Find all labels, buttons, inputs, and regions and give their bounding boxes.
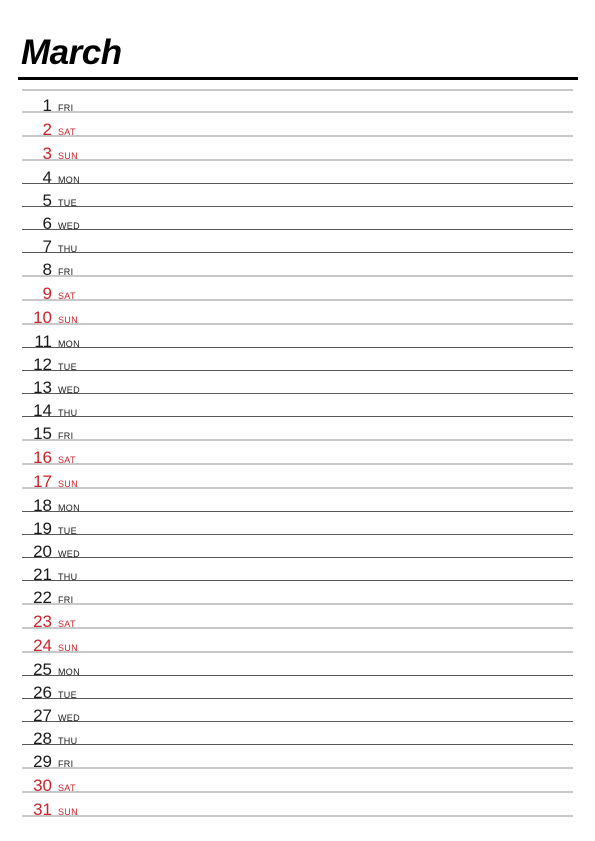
day-row[interactable]: 16 SAT — [22, 441, 573, 467]
day-note-area[interactable] — [73, 581, 573, 603]
day-row[interactable]: 1 FRI — [22, 89, 573, 115]
day-note-area[interactable] — [78, 629, 573, 651]
day-note-area[interactable] — [80, 371, 573, 393]
day-note-area[interactable] — [77, 394, 573, 416]
day-row[interactable]: 2 SAT — [22, 113, 573, 139]
day-list: 1 FRI 2 SAT 3 SUN 4 MON 5 TUE 6 WED 7 THU 8 FRI 9 SAT 10 SU… — [22, 89, 573, 819]
day-row[interactable]: 18 MON — [22, 489, 573, 515]
day-note-area[interactable] — [80, 325, 573, 347]
day-note-area[interactable] — [77, 230, 573, 252]
day-row[interactable]: 30 SAT — [22, 769, 573, 795]
day-note-area[interactable] — [76, 113, 573, 135]
day-row[interactable]: 6 WED — [22, 207, 573, 233]
day-row[interactable]: 23 SAT — [22, 605, 573, 631]
day-row[interactable]: 8 FRI — [22, 253, 573, 279]
day-note-area[interactable] — [73, 253, 573, 275]
day-row[interactable]: 3 SUN — [22, 137, 573, 163]
day-note-area[interactable] — [80, 489, 573, 511]
day-note-area[interactable] — [78, 465, 573, 487]
day-note-area[interactable] — [80, 161, 573, 183]
day-note-area[interactable] — [80, 535, 573, 557]
day-note-area[interactable] — [77, 512, 573, 534]
day-note-area[interactable] — [76, 277, 573, 299]
day-note-area[interactable] — [80, 699, 573, 721]
day-note-area[interactable] — [78, 137, 573, 159]
day-note-area[interactable] — [73, 745, 573, 767]
day-note-area[interactable] — [78, 793, 573, 815]
day-row[interactable]: 31 SUN — [22, 793, 573, 819]
day-row[interactable]: 4 MON — [22, 161, 573, 187]
day-note-area[interactable] — [76, 769, 573, 791]
day-note-area[interactable] — [76, 441, 573, 463]
day-row[interactable]: 28 THU — [22, 722, 573, 748]
day-row[interactable]: 7 THU — [22, 230, 573, 256]
day-row[interactable]: 17 SUN — [22, 465, 573, 491]
day-note-area[interactable] — [77, 722, 573, 744]
day-row[interactable]: 26 TUE — [22, 676, 573, 702]
day-row[interactable]: 12 TUE — [22, 348, 573, 374]
day-note-area[interactable] — [77, 558, 573, 580]
day-row[interactable]: 14 THU — [22, 394, 573, 420]
day-note-area[interactable] — [73, 89, 573, 111]
day-row[interactable]: 11 MON — [22, 325, 573, 351]
day-row[interactable]: 27 WED — [22, 699, 573, 725]
day-note-area[interactable] — [76, 605, 573, 627]
day-note-area[interactable] — [80, 207, 573, 229]
day-row[interactable]: 24 SUN — [22, 629, 573, 655]
day-number: 31 — [33, 800, 52, 819]
day-row[interactable]: 13 WED — [22, 371, 573, 397]
day-note-area[interactable] — [77, 676, 573, 698]
day-note-area[interactable] — [78, 301, 573, 323]
day-row[interactable]: 25 MON — [22, 653, 573, 679]
day-row[interactable]: 19 TUE — [22, 512, 573, 538]
day-note-area[interactable] — [77, 184, 573, 206]
day-row[interactable]: 29 FRI — [22, 745, 573, 771]
day-weekday-label: SUN — [58, 807, 78, 817]
page-title: March — [21, 33, 122, 72]
day-row[interactable]: 20 WED — [22, 535, 573, 561]
day-row[interactable]: 15 FRI — [22, 417, 573, 443]
calendar-page: March 1 FRI 2 SAT 3 SUN 4 MON 5 TUE 6 WED 7 THU 8 FRI 9 S… — [0, 0, 595, 841]
day-row[interactable]: 5 TUE — [22, 184, 573, 210]
day-note-area[interactable] — [73, 417, 573, 439]
header-divider — [18, 77, 578, 80]
day-row[interactable]: 9 SAT — [22, 277, 573, 303]
day-note-area[interactable] — [77, 348, 573, 370]
day-note-area[interactable] — [80, 653, 573, 675]
day-row[interactable]: 10 SUN — [22, 301, 573, 327]
day-row[interactable]: 21 THU — [22, 558, 573, 584]
day-row[interactable]: 22 FRI — [22, 581, 573, 607]
